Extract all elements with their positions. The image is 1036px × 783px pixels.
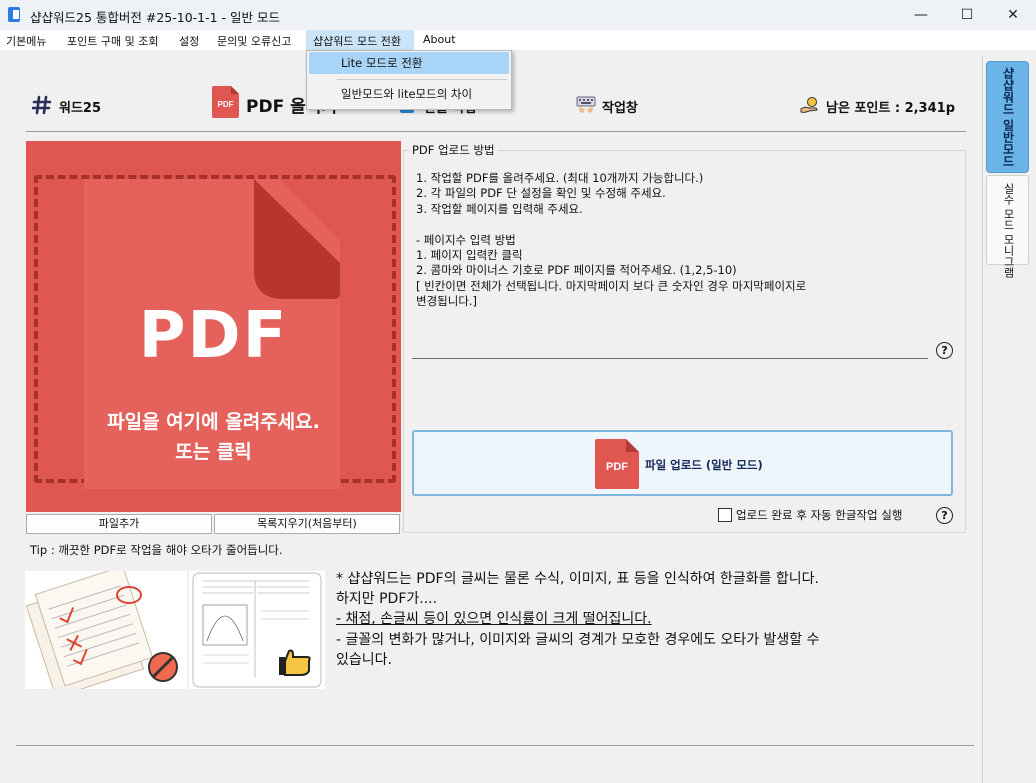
pdf-drop-zone[interactable]: PDF 파일을 여기에 올려주세요. 또는 클릭 <box>26 141 401 512</box>
auto-hangul-checkbox[interactable] <box>718 508 732 522</box>
instructions-divider <box>412 358 928 359</box>
close-button[interactable]: ✕ <box>990 0 1036 30</box>
keyboard-icon <box>576 96 596 113</box>
menu-support[interactable]: 문의및 오류신고 <box>217 33 291 49</box>
app-icon <box>8 7 20 22</box>
window-title: 샵샵워드25 통합버전 #25-10-1-1 - 일반 모드 <box>30 10 281 25</box>
points-hand-icon <box>800 97 818 113</box>
clear-list-button[interactable]: 목록지우기(처음부터) <box>214 514 400 534</box>
toolbar-divider <box>26 131 966 132</box>
menu-about[interactable]: About <box>423 33 456 46</box>
drop-zone-pdf-text: PDF <box>138 299 289 373</box>
desc-line-1: * 샵샵워드는 PDF의 글씨는 물론 수식, 이미지, 표 등을 인식하여 한… <box>336 571 819 587</box>
hash-icon <box>32 95 52 115</box>
desc-line-5: 있습니다. <box>336 651 392 668</box>
drop-zone-click-hint: 또는 클릭 <box>175 441 252 463</box>
auto-hangul-label: 업로드 완료 후 자동 한글작업 실행 <box>736 508 903 522</box>
desc-line-3: - 채점, 손글씨 등이 있으면 인식률이 크게 떨어집니다. <box>336 611 652 628</box>
mode-switch-dropdown: Lite 모드로 전환 일반모드와 lite모드의 차이 <box>306 50 512 110</box>
menu-basic[interactable]: 기본메뉴 <box>6 33 46 49</box>
upload-button-label: 파일 업로드 (일반 모드) <box>645 458 763 472</box>
graded-papers-image <box>25 565 178 698</box>
toolbar-workspace[interactable]: 작업창 <box>602 97 638 116</box>
bottom-divider <box>16 745 974 746</box>
tip-text: Tip : 깨끗한 PDF로 작업을 해야 오타가 줄어듭니다. <box>30 543 283 557</box>
graded-papers-illustration <box>25 565 187 698</box>
toolbar-words25[interactable]: 워드25 <box>59 97 101 116</box>
tab-normal-mode-label: 샵샵워드 일반모드 <box>1001 67 1015 168</box>
instructions-text: 1. 작업할 PDF를 올려주세요. (최대 10개까지 가능합니다.) 2. … <box>416 171 807 309</box>
minimize-button[interactable]: — <box>898 0 944 30</box>
menu-mode-switch[interactable]: 샵샵워드 모드 전환 <box>313 33 401 49</box>
pdf-upload-icon: PDF <box>595 439 639 489</box>
add-file-button[interactable]: 파일추가 <box>26 514 212 534</box>
help-icon-auto[interactable]: ? <box>936 507 953 524</box>
group-title: PDF 업로드 방법 <box>409 142 498 158</box>
drop-zone-instruction: 파일을 여기에 올려주세요. <box>107 411 320 433</box>
clean-pdf-image <box>192 572 322 688</box>
tab-mistake-monogram-label: 실수 모드 모니그램 <box>1002 183 1015 278</box>
svg-text:PDF: PDF <box>218 100 234 109</box>
points-label: 남은 포인트 : 2,341p <box>826 101 956 116</box>
upload-icon-pdf-text: PDF <box>606 461 628 473</box>
dropdown-mode-difference[interactable]: 일반모드와 lite모드의 차이 <box>309 83 509 105</box>
pdf-file-icon: PDF <box>212 86 239 118</box>
desc-line-4: - 글꼴의 변화가 많거나, 이미지와 글씨의 경계가 모호한 경우에도 오타가… <box>336 631 820 648</box>
maximize-button[interactable]: ☐ <box>944 0 990 30</box>
menu-settings[interactable]: 설정 <box>179 33 199 49</box>
dropdown-separator <box>337 79 507 80</box>
pdf-quality-description: * 샵샵워드는 PDF의 글씨는 물론 수식, 이미지, 표 등을 인식하여 한… <box>336 569 916 670</box>
clean-pdf-illustration <box>189 571 325 689</box>
help-icon[interactable]: ? <box>936 342 953 359</box>
desc-line-2: 하지만 PDF가.... <box>336 591 438 608</box>
menu-points[interactable]: 포인트 구매 및 조회 <box>67 33 158 49</box>
dropdown-lite-mode[interactable]: Lite 모드로 전환 <box>309 52 509 74</box>
